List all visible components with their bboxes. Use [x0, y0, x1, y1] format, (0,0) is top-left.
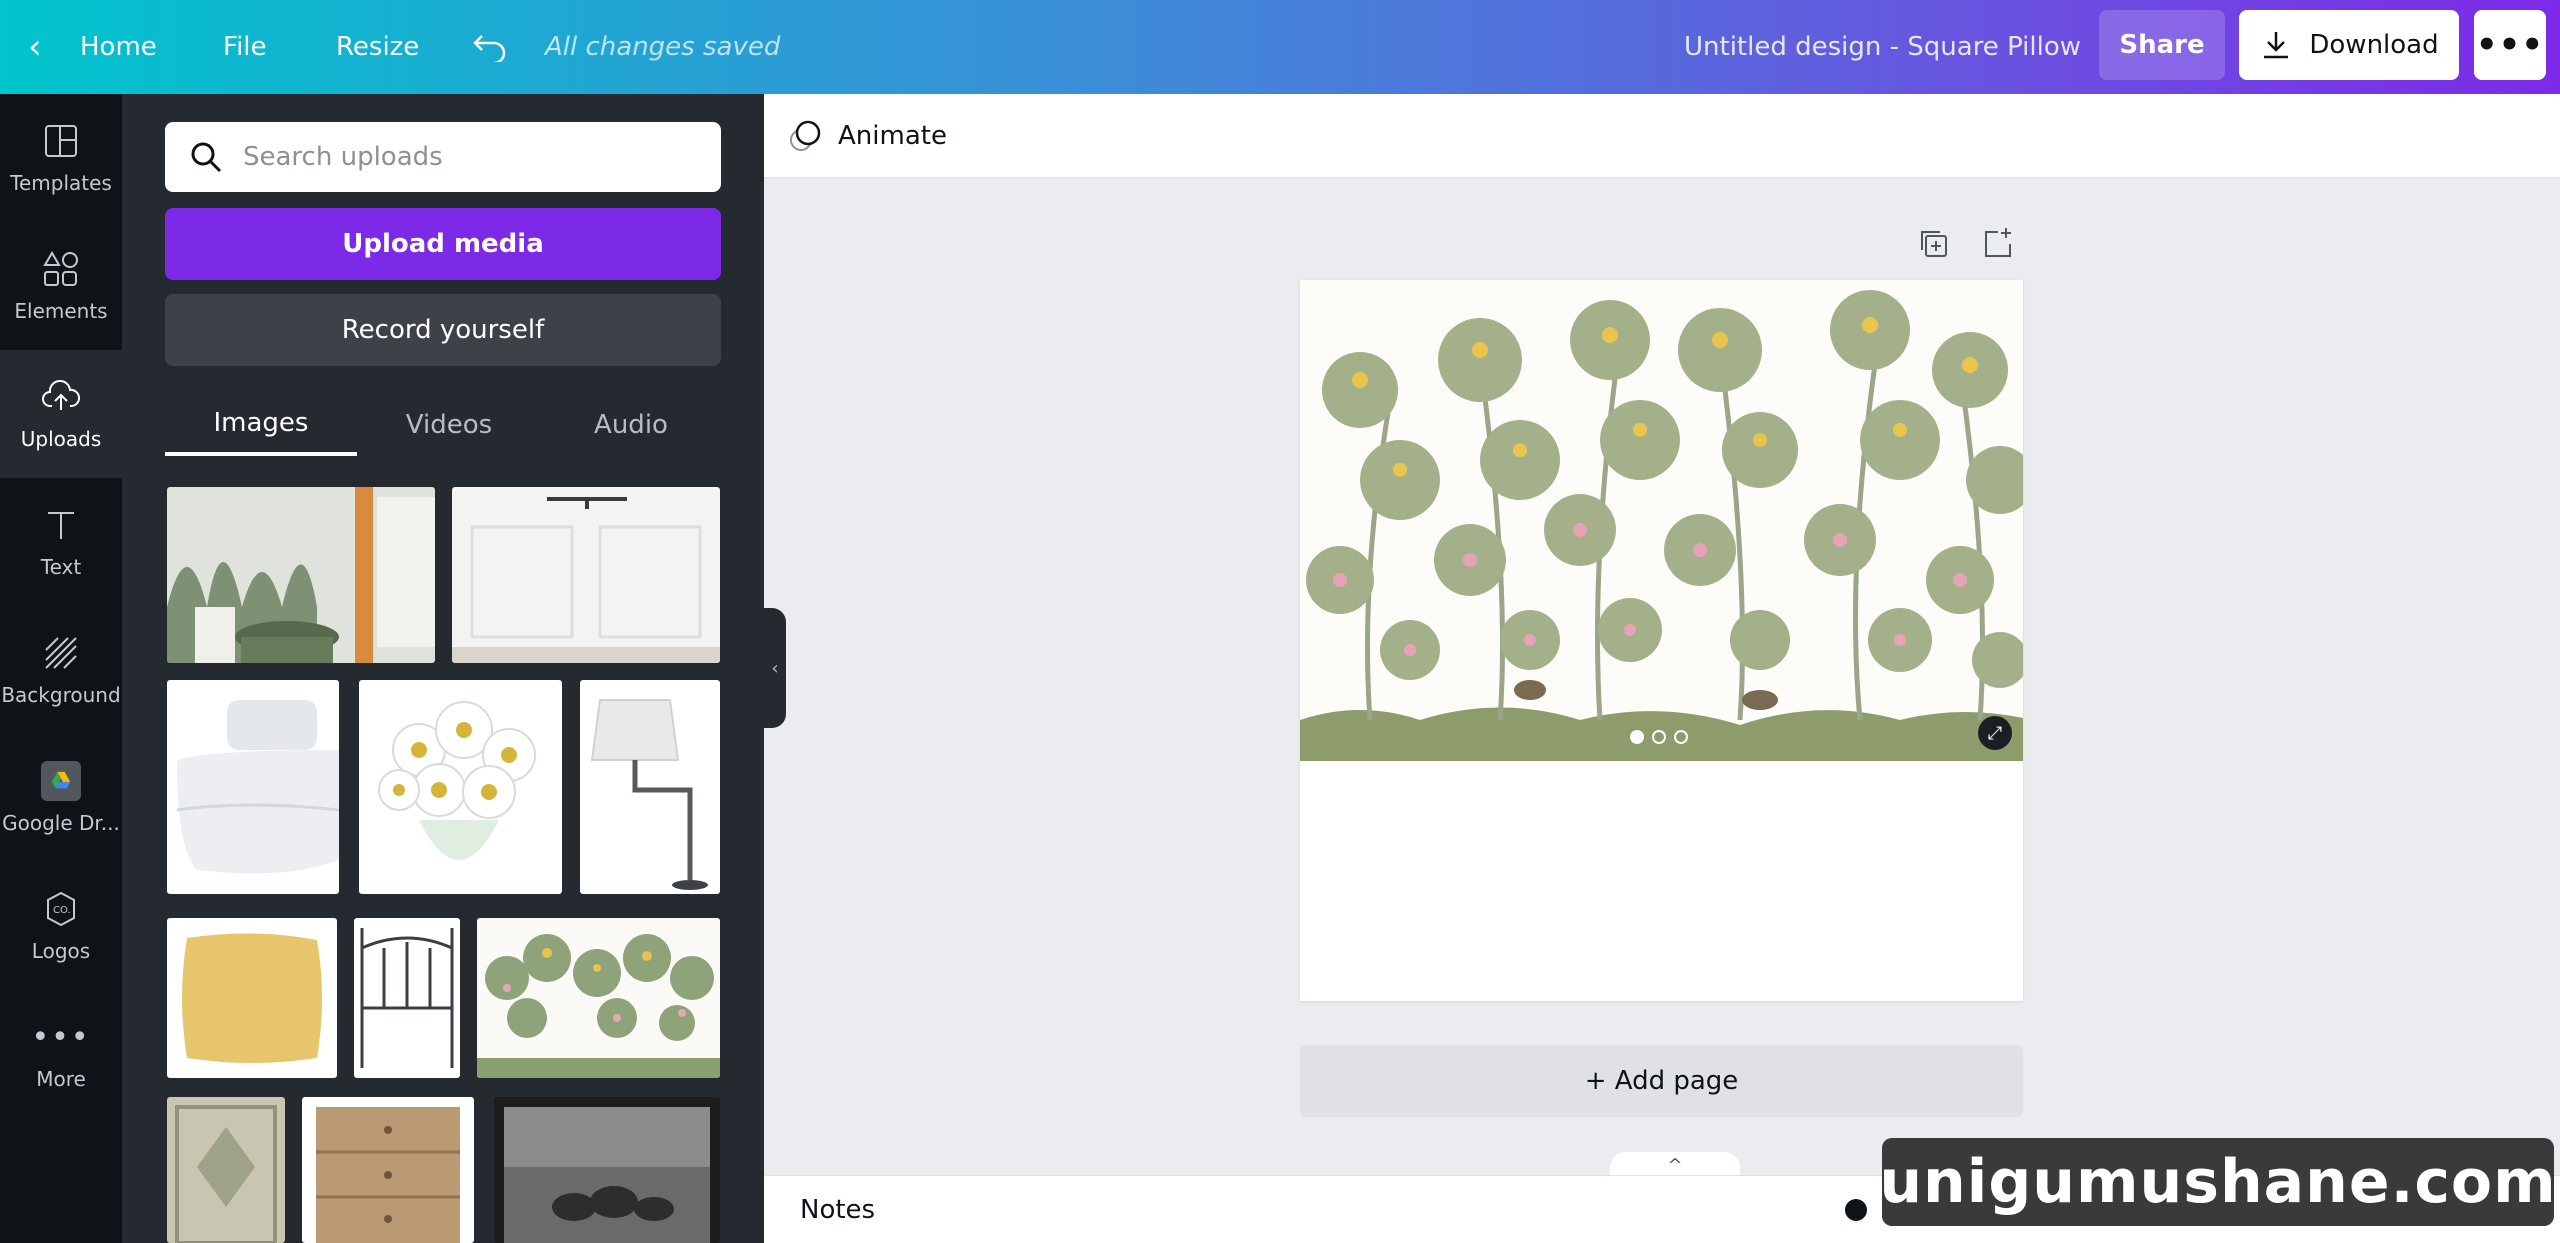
tab-audio[interactable]: Audio [541, 394, 721, 456]
download-icon [2264, 32, 2289, 59]
upload-thumbnail-daisies[interactable] [359, 680, 562, 894]
rail-label: More [36, 1067, 86, 1091]
collapse-panel-chevron-icon[interactable]: ‹ [764, 608, 786, 728]
upload-cloud-icon [41, 377, 81, 417]
background-icon [41, 633, 81, 673]
add-page-button[interactable]: + Add page [1300, 1045, 2023, 1117]
rail-label: Google Dr... [2, 811, 120, 835]
rail-item-background[interactable]: Background [0, 606, 122, 734]
image-pagination-dots [1630, 730, 1688, 744]
add-page-icon[interactable] [1980, 226, 2014, 260]
svg-text:CO.: CO. [53, 905, 71, 916]
undo-icon[interactable] [472, 0, 508, 94]
download-label: Download [2309, 30, 2439, 60]
search-icon [191, 142, 222, 173]
page-tools [1916, 226, 2014, 266]
pagination-dot[interactable] [1674, 730, 1688, 744]
rail-item-google-drive[interactable]: Google Dr... [0, 734, 122, 862]
upload-thumbnail-floral-mural[interactable] [477, 918, 720, 1078]
upload-thumbnail-rattan-dresser[interactable] [302, 1097, 474, 1243]
animate-label: Animate [838, 121, 947, 151]
rail-item-more[interactable]: ••• More [0, 990, 122, 1118]
more-icon: ••• [31, 1019, 91, 1055]
floral-mural-image[interactable] [1300, 280, 2023, 761]
document-title[interactable]: Untitled design - Square Pillow [1684, 0, 2081, 94]
notes-button[interactable]: Notes [800, 1176, 875, 1243]
editor-toolbar: Animate [764, 94, 2560, 178]
home-button[interactable]: Home [80, 0, 157, 94]
logos-icon: CO. [41, 889, 81, 929]
resize-menu[interactable]: Resize [336, 0, 419, 94]
rail-label: Elements [14, 299, 108, 323]
upload-thumbnail-rug[interactable] [167, 1097, 285, 1243]
upload-thumbnail-dining-room[interactable] [167, 487, 435, 663]
animate-button[interactable]: Animate [788, 94, 947, 178]
rail-label: Text [40, 555, 82, 579]
upload-thumbnail-white-room[interactable] [452, 487, 720, 663]
google-drive-icon [41, 761, 81, 801]
elements-icon [41, 249, 81, 289]
duplicate-page-icon[interactable] [1916, 226, 1950, 260]
rail-item-elements[interactable]: Elements [0, 222, 122, 350]
text-icon [41, 505, 81, 545]
templates-icon [41, 121, 81, 161]
download-button[interactable]: Download [2239, 10, 2459, 80]
uploads-panel: Upload media Record yourself Images Vide… [122, 94, 764, 1243]
upload-thumbnail-yellow-pillow[interactable] [167, 918, 337, 1078]
rail-item-uploads[interactable]: Uploads [0, 350, 122, 478]
upload-thumbnail-lamp[interactable] [580, 680, 720, 894]
top-bar: ‹ Home File Resize All changes saved Unt… [0, 0, 2560, 94]
design-page[interactable]: ⤢ [1300, 280, 2023, 1001]
rail-label: Logos [31, 939, 91, 963]
upload-thumbnail-headboard[interactable] [354, 918, 460, 1078]
pagination-dot[interactable] [1652, 730, 1666, 744]
search-box[interactable] [165, 122, 721, 192]
record-yourself-button[interactable]: Record yourself [165, 294, 721, 366]
tab-videos[interactable]: Videos [357, 394, 541, 456]
search-input[interactable] [243, 142, 683, 172]
upload-media-button[interactable]: Upload media [165, 208, 721, 280]
save-status: All changes saved [545, 32, 781, 62]
rail-item-templates[interactable]: Templates [0, 94, 122, 222]
rail-label: Uploads [20, 427, 102, 451]
upload-thumbnail-football-photo[interactable] [494, 1097, 720, 1243]
watermark: unigumushane.com [1879, 1138, 2556, 1226]
rail-label: Background [1, 683, 121, 707]
file-menu[interactable]: File [223, 0, 267, 94]
zoom-slider-handle[interactable] [1845, 1199, 1867, 1221]
upload-thumbnail-white-bedding[interactable] [167, 680, 339, 894]
tab-images[interactable]: Images [165, 394, 357, 456]
back-chevron-icon[interactable]: ‹ [28, 0, 42, 94]
more-options-icon[interactable]: ••• [2474, 10, 2546, 80]
rail-item-logos[interactable]: CO. Logos [0, 862, 122, 990]
share-button[interactable]: Share [2099, 10, 2225, 80]
animate-icon [790, 120, 821, 151]
rail-item-text[interactable]: Text [0, 478, 122, 606]
media-tabs: Images Videos Audio [165, 394, 721, 456]
left-rail: Templates Elements Uploads Text Backgrou… [0, 94, 122, 1243]
rail-label: Templates [10, 171, 112, 195]
pagination-dot[interactable] [1630, 730, 1644, 744]
expand-icon[interactable]: ⤢ [1978, 716, 2012, 750]
